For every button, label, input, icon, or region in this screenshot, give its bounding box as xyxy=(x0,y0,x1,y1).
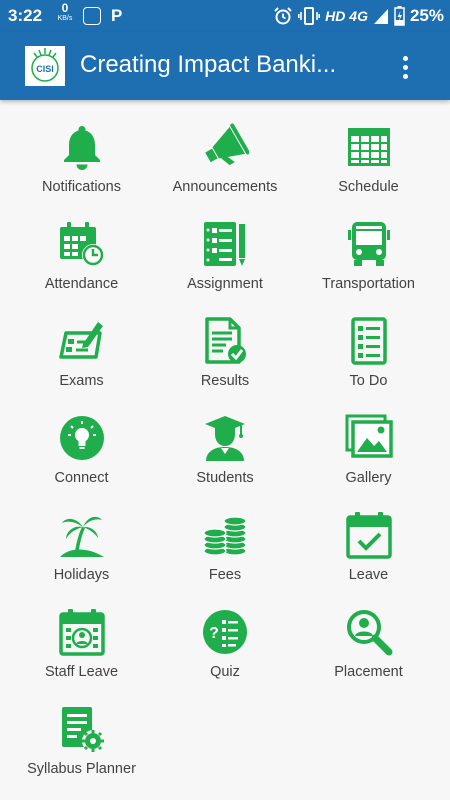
tile-label: Staff Leave xyxy=(44,664,119,680)
document-gear-icon xyxy=(58,705,106,753)
tile-label: Leave xyxy=(348,567,389,583)
lightbulb-icon xyxy=(58,414,106,462)
quiz-icon: ? xyxy=(201,608,249,656)
connect-tile[interactable]: Connect xyxy=(10,411,153,508)
announcements-tile[interactable]: Announcements xyxy=(153,120,297,217)
bus-icon xyxy=(345,220,393,268)
todo-tile[interactable]: To Do xyxy=(297,314,440,411)
alarm-icon xyxy=(274,7,292,25)
assignment-tile[interactable]: Assignment xyxy=(153,217,297,314)
exams-tile[interactable]: Exams xyxy=(10,314,153,411)
tile-label: Notifications xyxy=(42,179,121,195)
fees-tile[interactable]: Fees xyxy=(153,508,297,605)
bell-icon xyxy=(58,123,106,171)
megaphone-icon xyxy=(201,123,249,171)
p-notification-icon: P xyxy=(111,6,123,25)
app-notification-icon xyxy=(83,7,101,25)
tile-label: Results xyxy=(200,373,250,389)
results-tile[interactable]: Results xyxy=(153,314,297,411)
picture-icon xyxy=(345,414,393,462)
palm-tree-icon xyxy=(58,511,106,559)
tile-label: To Do xyxy=(349,373,388,389)
vibrate-icon xyxy=(298,7,321,25)
exam-paper-icon xyxy=(58,317,106,365)
tile-label: Syllabus Planner xyxy=(27,761,136,777)
tile-label: Schedule xyxy=(338,179,399,195)
net-speed-value: 0 xyxy=(61,1,69,15)
battery-percent: 25% xyxy=(409,6,444,25)
tile-label: Holidays xyxy=(53,567,110,583)
tile-label: Fees xyxy=(208,567,242,583)
transportation-tile[interactable]: Transportation xyxy=(297,217,440,314)
search-person-icon xyxy=(345,608,393,656)
tile-label: Quiz xyxy=(210,664,240,680)
app-title: Creating Impact Banki... xyxy=(80,51,337,78)
signal-icon xyxy=(373,9,388,24)
app-bar: CISI Creating Impact Banki... xyxy=(0,32,450,100)
graduate-icon xyxy=(201,414,249,462)
app-logo: CISI xyxy=(25,46,65,86)
placement-tile[interactable]: Placement xyxy=(297,605,440,702)
battery-charging-icon xyxy=(394,6,405,26)
notebook-pencil-icon xyxy=(201,220,249,268)
calendar-clock-icon xyxy=(58,220,106,268)
network-type: HD 4G xyxy=(325,8,368,24)
tile-label: Assignment xyxy=(187,276,263,292)
net-speed: 0 KB/s xyxy=(53,1,77,23)
tile-label: Connect xyxy=(54,470,109,486)
staff-leave-tile[interactable]: Staff Leave xyxy=(10,605,153,702)
tile-label: Transportation xyxy=(322,276,415,292)
table-icon xyxy=(345,123,393,171)
students-tile[interactable]: Students xyxy=(153,411,297,508)
status-right: HD 4G 25% xyxy=(273,5,444,27)
syllabus-planner-tile[interactable]: Syllabus Planner xyxy=(10,702,153,799)
coins-icon xyxy=(201,511,249,559)
document-check-icon xyxy=(201,317,249,365)
leave-tile[interactable]: Leave xyxy=(297,508,440,605)
calendar-check-icon xyxy=(345,511,393,559)
quiz-tile[interactable]: ? Quiz xyxy=(153,605,297,702)
tile-label: Placement xyxy=(334,664,403,680)
holidays-tile[interactable]: Holidays xyxy=(10,508,153,605)
logo-text: CISI xyxy=(36,64,54,74)
gallery-tile[interactable]: Gallery xyxy=(297,411,440,508)
attendance-tile[interactable]: Attendance xyxy=(10,217,153,314)
menu-grid: Notifications Announcements Schedule Att… xyxy=(10,120,440,799)
schedule-tile[interactable]: Schedule xyxy=(297,120,440,217)
net-speed-unit: KB/s xyxy=(57,15,73,22)
tile-label: Students xyxy=(196,470,254,486)
tile-label: Gallery xyxy=(345,470,392,486)
more-vert-icon[interactable] xyxy=(390,52,420,82)
status-time: 3:22 xyxy=(8,6,43,25)
tile-label: Exams xyxy=(59,373,104,389)
checklist-icon xyxy=(345,317,393,365)
calendar-person-icon xyxy=(58,608,106,656)
svg-text:?: ? xyxy=(209,625,219,642)
notifications-tile[interactable]: Notifications xyxy=(10,120,153,217)
tile-label: Announcements xyxy=(172,179,278,195)
status-bar: 3:22 0 KB/s P HD 4G 25% xyxy=(0,0,450,32)
tile-label: Attendance xyxy=(44,276,119,292)
